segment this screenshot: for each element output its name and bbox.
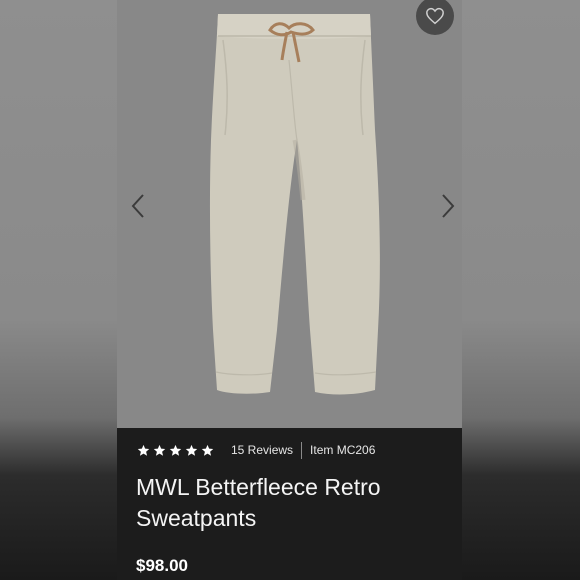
star-icon <box>153 444 166 456</box>
product-title: MWL Betterfleece Retro Sweatpants <box>136 474 381 531</box>
product-info: 15 Reviews Item MC206 MWL Betterfleece R… <box>117 428 462 580</box>
divider <box>301 441 303 459</box>
chevron-left-icon <box>131 194 144 218</box>
previous-image-button[interactable] <box>128 192 148 220</box>
right-backdrop <box>462 0 580 580</box>
item-number: Item MC206 <box>310 443 376 457</box>
heart-icon <box>426 7 444 25</box>
star-icon <box>185 444 198 456</box>
star-rating[interactable] <box>137 444 214 457</box>
next-image-button[interactable] <box>438 192 458 220</box>
product-card: 15 Reviews Item MC206 MWL Betterfleece R… <box>117 0 462 580</box>
product-image-area <box>117 0 462 428</box>
star-icon <box>169 444 182 456</box>
star-icon <box>201 444 214 456</box>
chevron-right-icon <box>442 194 455 218</box>
product-price: $98.00 <box>136 556 188 575</box>
star-icon <box>137 444 150 456</box>
left-backdrop <box>0 0 117 580</box>
product-image[interactable] <box>117 0 462 428</box>
rating-row: 15 Reviews Item MC206 <box>137 441 376 459</box>
reviews-link[interactable]: 15 Reviews <box>231 443 293 457</box>
